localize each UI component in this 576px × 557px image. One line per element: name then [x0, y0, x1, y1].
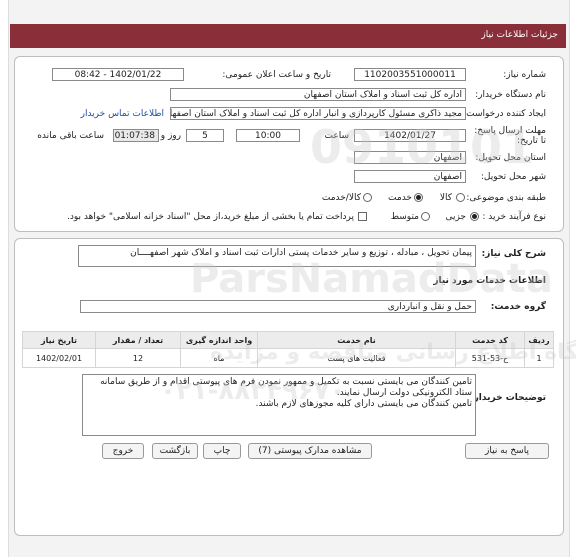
category-label: طبقه بندی موضوعی: — [466, 193, 546, 203]
process-minor-label: جزیی — [445, 212, 466, 222]
watermark-number: 0910101 — [310, 120, 535, 174]
notes-label: توضیحات خریدار: — [470, 393, 546, 403]
col-qty: تعداد / مقدار — [95, 331, 181, 349]
page-title: جزئیات اطلاعات نیاز — [481, 30, 558, 40]
attachments-button[interactable]: مشاهده مدارک پیوستی (7) — [248, 443, 372, 459]
category-service-radio[interactable] — [414, 193, 423, 202]
category-service-label: خدمت — [388, 193, 412, 203]
cell-date: 1402/02/01 — [22, 348, 96, 368]
need-number-label: شماره نیاز: — [503, 70, 546, 80]
process-medium-radio[interactable] — [421, 212, 430, 221]
buyer-field: اداره کل ثبت اسناد و املاک استان اصفهان — [170, 88, 466, 101]
days-label: روز و — [160, 131, 181, 141]
reply-button[interactable]: پاسخ به نیاز — [465, 443, 549, 459]
service-group-label: گروه خدمت: — [490, 302, 546, 312]
creator-field: مجید ذاکری مسئول کارپردازی و انبار اداره… — [170, 107, 466, 120]
remaining-label: ساعت باقی مانده — [37, 131, 104, 141]
col-date: تاریخ نیاز — [22, 331, 96, 349]
need-number-field: 1102003551000011 — [354, 68, 466, 81]
watermark-brand: ParsNamadData — [190, 256, 553, 302]
category-goods-label: کالا — [439, 193, 452, 203]
category-goods-radio[interactable] — [456, 193, 465, 202]
deadline-time-field: 10:00 — [236, 129, 300, 142]
process-minor-radio[interactable] — [470, 212, 479, 221]
watermark-phone: ۰۲۱-۸۸۳۴۹۶۷۰ — [160, 376, 346, 406]
remaining-time-field: 01:07:38 — [113, 129, 159, 142]
exit-button[interactable]: خروج — [102, 443, 144, 459]
buyer-label: نام دستگاه خریدار: — [475, 90, 546, 100]
print-button[interactable]: چاپ — [203, 443, 241, 459]
process-medium-label: متوسط — [390, 212, 419, 222]
days-field: 5 — [186, 129, 224, 142]
treasury-text: پرداخت تمام یا بخشی از مبلغ خرید،از محل … — [66, 212, 354, 222]
contact-buyer-link[interactable]: اطلاعات تماس خریدار — [81, 109, 164, 119]
announce-field: 1402/01/22 - 08:42 — [52, 68, 184, 81]
category-goods-service-radio[interactable] — [363, 193, 372, 202]
cell-qty: 12 — [95, 348, 181, 368]
creator-label: ایجاد کننده درخواست: — [463, 109, 546, 119]
treasury-checkbox[interactable] — [358, 212, 367, 221]
header-bar: جزئیات اطلاعات نیاز — [10, 24, 566, 48]
process-label: نوع فرآیند خرید : — [482, 212, 546, 222]
watermark-subtitle: پایگاه اطلاع رسانی مناقصه و مزایده — [210, 340, 576, 365]
back-button[interactable]: بازگشت — [152, 443, 198, 459]
category-goods-service-label: کالا/خدمت — [321, 193, 361, 203]
announce-label: تاریخ و ساعت اعلان عمومی: — [222, 70, 331, 80]
